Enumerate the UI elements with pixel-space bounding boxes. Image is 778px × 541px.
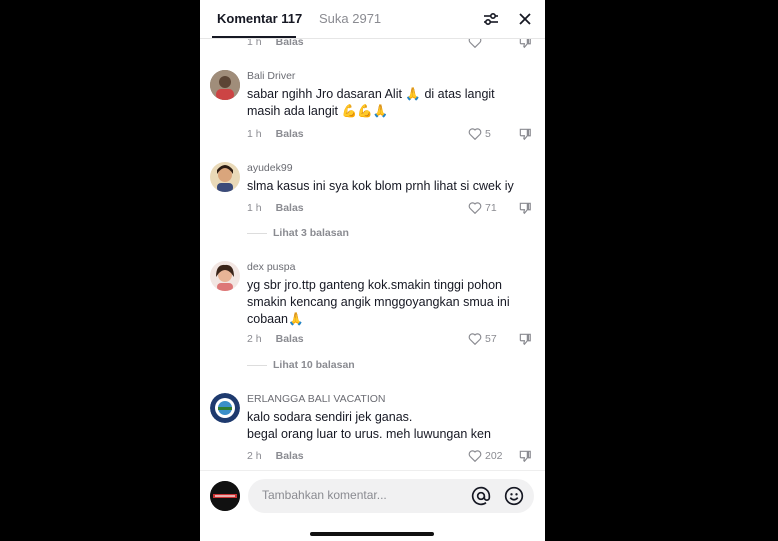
avatar[interactable] <box>210 162 240 192</box>
filter-icon[interactable] <box>481 9 501 29</box>
close-icon[interactable] <box>515 9 535 29</box>
like-button[interactable]: 71 <box>468 201 497 214</box>
comment-time: 1 h <box>247 38 262 48</box>
replies-divider <box>247 365 267 366</box>
home-indicator <box>310 532 434 536</box>
heart-icon <box>468 38 482 48</box>
reply-button[interactable]: Balas <box>276 202 304 214</box>
comment-line: sabar ngihh Jro dasaran Alit 🙏 di atas l… <box>247 87 495 101</box>
comment-composer <box>200 470 545 541</box>
dislike-icon[interactable] <box>518 201 532 220</box>
comment-text: kalo sodara sendiri jek ganas. begal ora… <box>247 409 537 443</box>
comment-meta: 1 h Balas <box>247 38 304 48</box>
tab-comments[interactable]: Komentar 117 <box>217 11 302 26</box>
like-button[interactable]: 57 <box>468 332 497 345</box>
comment-meta: 2 h Balas <box>247 450 304 462</box>
heart-icon <box>468 128 482 140</box>
like-button[interactable] <box>468 38 482 48</box>
comment-username[interactable]: Bali Driver <box>247 70 295 82</box>
avatar[interactable] <box>210 393 240 423</box>
tab-bar: Komentar 117 Suka 2971 <box>200 0 545 39</box>
dislike-icon[interactable] <box>518 449 532 468</box>
heart-icon <box>468 202 482 214</box>
avatar[interactable] <box>210 261 240 291</box>
comment-line: yg sbr jro.ttp ganteng kok.smakin tinggi… <box>247 278 503 292</box>
avatar[interactable] <box>210 70 240 100</box>
comment-input[interactable] <box>260 487 454 503</box>
comment-line: begal orang luar to urus. meh luwungan k… <box>247 427 491 441</box>
like-count: 5 <box>485 127 491 140</box>
comment-meta: 1 h Balas <box>247 202 304 214</box>
like-count: 57 <box>485 332 497 345</box>
active-tab-indicator <box>212 36 296 38</box>
comment-input-container <box>248 479 534 513</box>
comment-username[interactable]: ERLANGGA BALI VACATION <box>247 393 385 405</box>
view-replies-button[interactable]: Lihat 3 balasan <box>273 227 349 239</box>
comment-line: smakin kencang angik mnggoyangkan smua i… <box>247 295 510 309</box>
mention-icon[interactable] <box>471 486 491 511</box>
dislike-icon[interactable] <box>518 332 532 351</box>
comment-text: slma kasus ini sya kok blom prnh lihat s… <box>247 178 537 195</box>
comment-username[interactable]: ayudek99 <box>247 162 293 174</box>
dislike-icon[interactable] <box>518 38 532 54</box>
comment-username[interactable]: dex puspa <box>247 261 295 273</box>
reply-button[interactable]: Balas <box>276 333 304 345</box>
comment-time: 1 h <box>247 128 262 140</box>
avatar <box>210 481 240 511</box>
tab-likes[interactable]: Suka 2971 <box>319 11 381 26</box>
heart-icon <box>468 333 482 345</box>
reply-button[interactable]: Balas <box>276 450 304 462</box>
comment-meta: 1 h Balas <box>247 128 304 140</box>
comment-line: slma kasus ini sya kok blom prnh lihat s… <box>247 179 514 193</box>
comment-list[interactable]: 1 h Balas Bali Driver sabar ngihh Jro das… <box>200 38 545 470</box>
replies-divider <box>247 233 267 234</box>
comment-line: cobaan🙏 <box>247 312 304 326</box>
comment-text: sabar ngihh Jro dasaran Alit 🙏 di atas l… <box>247 86 537 120</box>
heart-icon <box>468 450 482 462</box>
like-count: 71 <box>485 201 497 214</box>
comment-line: masih ada langit 💪💪🙏 <box>247 104 389 118</box>
emoji-icon[interactable] <box>504 486 524 511</box>
reply-button[interactable]: Balas <box>276 128 304 140</box>
like-button[interactable]: 5 <box>468 127 491 140</box>
comment-line: kalo sodara sendiri jek ganas. <box>247 410 413 424</box>
comment-time: 1 h <box>247 202 262 214</box>
dislike-icon[interactable] <box>518 127 532 146</box>
comment-time: 2 h <box>247 450 262 462</box>
comment-text: yg sbr jro.ttp ganteng kok.smakin tinggi… <box>247 277 537 328</box>
reply-button[interactable]: Balas <box>276 38 304 48</box>
like-button[interactable]: 202 <box>468 449 503 462</box>
like-count: 202 <box>485 449 503 462</box>
comments-panel: Komentar 117 Suka 2971 1 h Balas Bali Dr… <box>200 0 545 541</box>
comment-time: 2 h <box>247 333 262 345</box>
comment-meta: 2 h Balas <box>247 333 304 345</box>
view-replies-button[interactable]: Lihat 10 balasan <box>273 359 355 371</box>
